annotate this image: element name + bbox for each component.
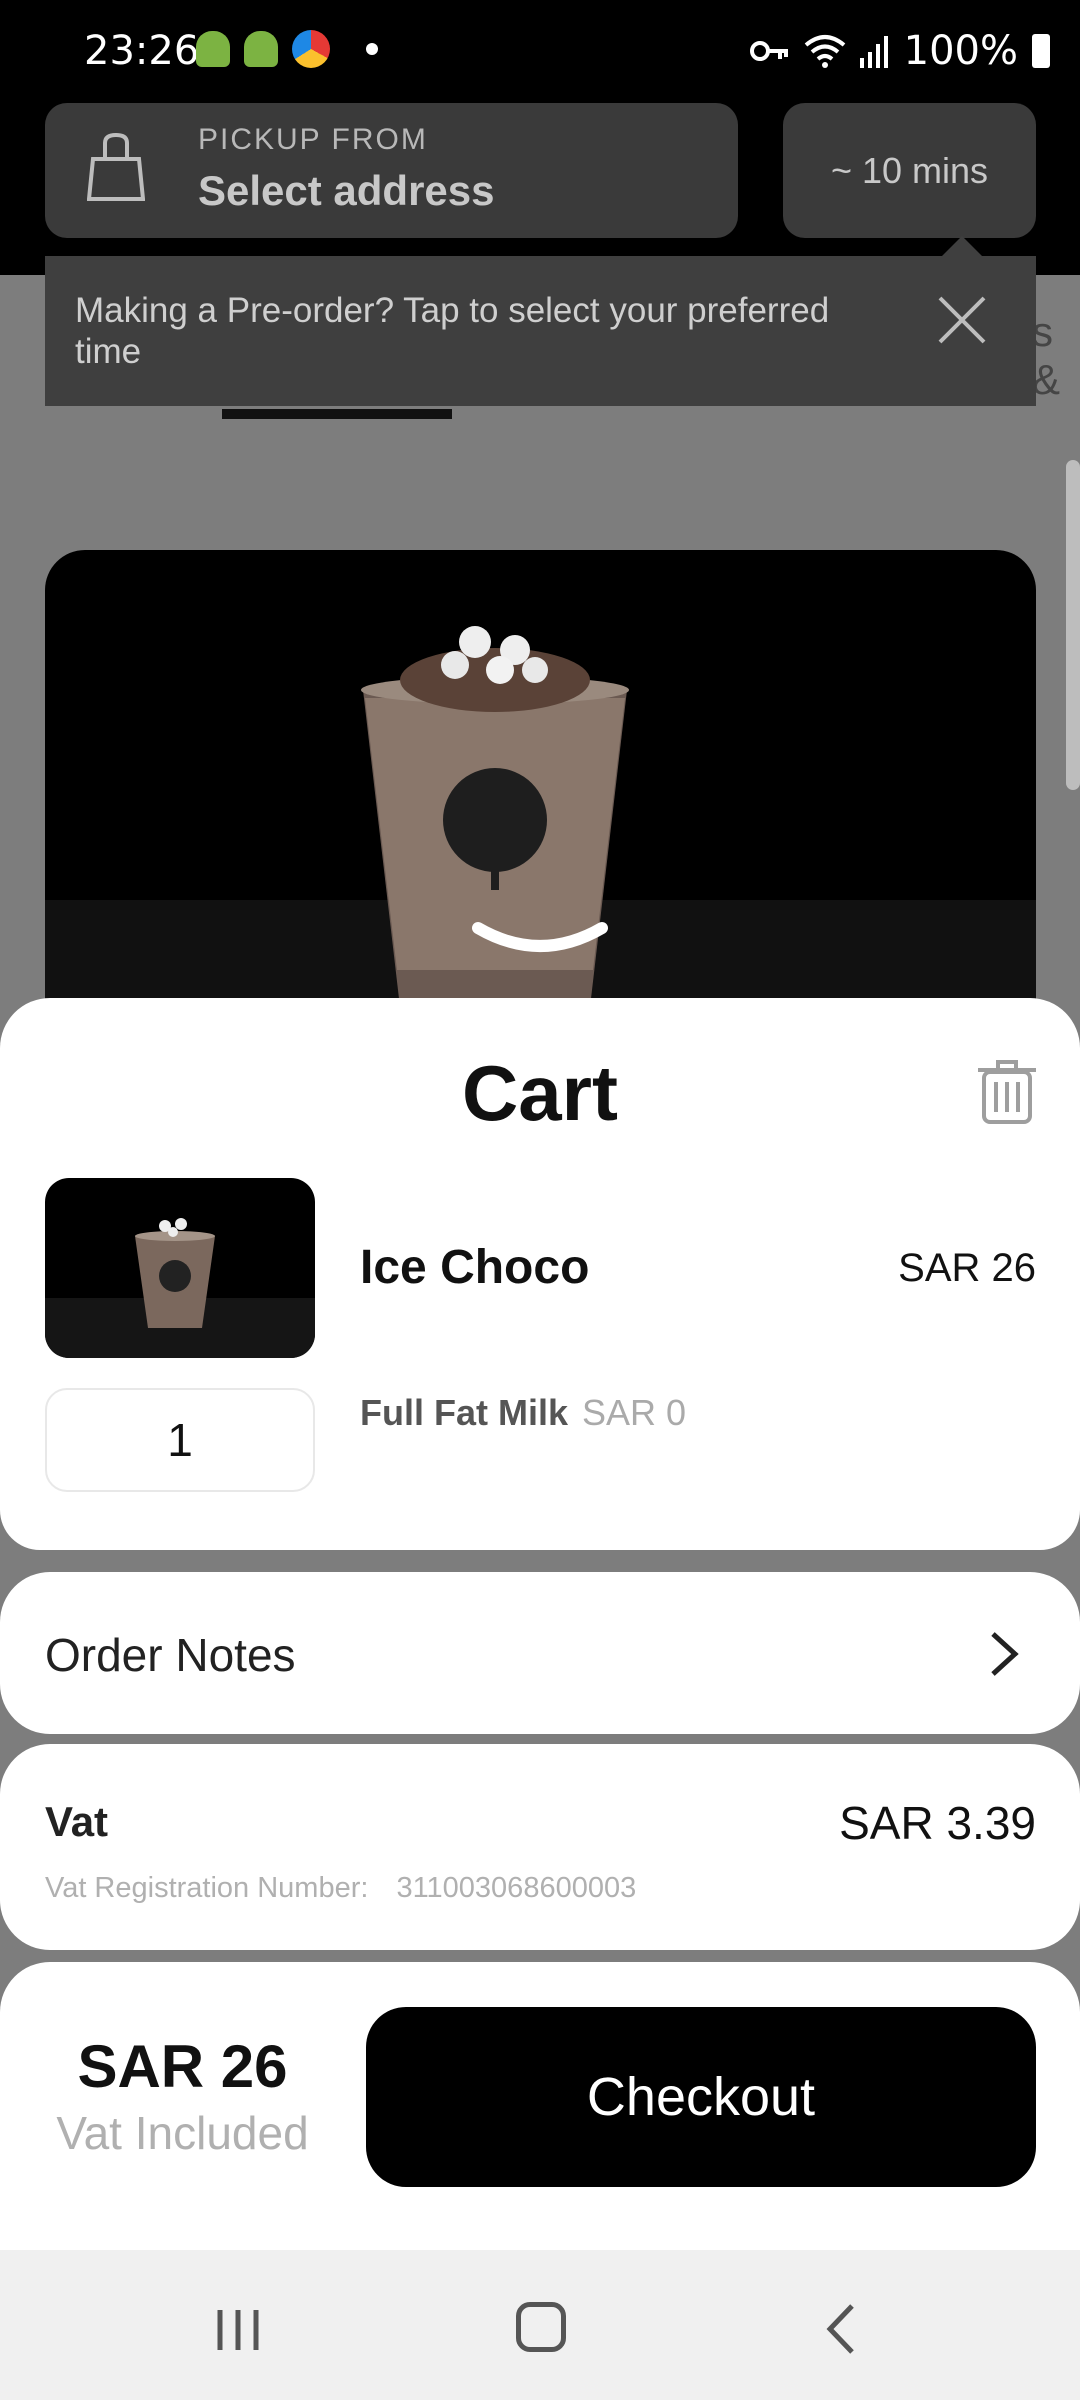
- home-icon[interactable]: [516, 2302, 566, 2352]
- vat-included-note: Vat Included: [56, 2107, 309, 2159]
- cart-title: Cart: [461, 1049, 619, 1137]
- status-time: 23:26: [84, 28, 200, 74]
- bag-icon: [87, 133, 145, 201]
- cart-total: SAR 26: [77, 2033, 288, 2100]
- active-tab-indicator: [222, 409, 452, 419]
- vat-registration-number: 311003068600003: [396, 1872, 637, 1904]
- order-notes-row[interactable]: Order Notes: [0, 1572, 1080, 1734]
- notification-icons: [196, 30, 378, 68]
- pickup-address: Select address: [198, 167, 495, 214]
- android-icon: [196, 31, 230, 67]
- chevron-down-icon[interactable]: [470, 920, 610, 960]
- pickup-label: PICKUP FROM: [198, 123, 428, 156]
- signal-icon: [859, 36, 888, 68]
- order-notes-label: Order Notes: [45, 1629, 296, 1681]
- quantity-value: 1: [167, 1414, 193, 1466]
- android-icon: [244, 31, 278, 67]
- status-bar: 23:26 100%: [0, 0, 1080, 100]
- tooltip-arrow: [940, 236, 984, 258]
- modifier-price: SAR 0: [582, 1392, 687, 1433]
- chevron-right-icon: [991, 1632, 1019, 1676]
- back-icon[interactable]: [824, 2302, 858, 2356]
- vat-panel: Vat SAR 3.39 Vat Registration Number: 311…: [0, 1744, 1080, 1950]
- trash-icon[interactable]: [978, 1058, 1036, 1124]
- vat-value: SAR 3.39: [839, 1797, 1036, 1849]
- tooltip-text: Making a Pre-order? Tap to select your p…: [75, 291, 830, 371]
- cart-footer: SAR 26 Vat Included Checkout: [0, 1962, 1080, 2250]
- item-price: SAR 26: [898, 1246, 1036, 1290]
- eta-button[interactable]: ~ 10 mins: [783, 103, 1036, 238]
- system-icons: 100%: [749, 28, 1050, 74]
- product-hero-image: [45, 550, 1036, 1050]
- scroll-indicator: [1066, 460, 1080, 790]
- quantity-selector[interactable]: 1: [45, 1388, 315, 1492]
- item-thumbnail-illustration: [45, 1218, 315, 1358]
- category-tab-partial: s &: [1032, 308, 1061, 403]
- item-name: Ice Choco: [360, 1241, 590, 1294]
- chrome-icon: [292, 30, 330, 68]
- battery-percent: 100%: [903, 28, 1018, 74]
- item-thumbnail: [45, 1178, 315, 1358]
- preorder-tooltip[interactable]: Making a Pre-order? Tap to select your p…: [45, 256, 1036, 406]
- key-icon: [749, 41, 788, 61]
- pickup-location-selector[interactable]: PICKUP FROM Select address: [45, 103, 738, 238]
- wifi-icon: [804, 35, 845, 68]
- vat-registration: Vat Registration Number: 311003068600003: [45, 1872, 636, 1905]
- vat-registration-label: Vat Registration Number:: [45, 1872, 369, 1904]
- battery-icon: [1032, 34, 1050, 68]
- checkout-button[interactable]: Checkout: [366, 2007, 1036, 2187]
- drink-illustration: [45, 626, 1036, 1050]
- item-modifier: Full Fat Milk SAR 0: [360, 1392, 686, 1434]
- vat-label: Vat: [45, 1798, 109, 1845]
- close-icon[interactable]: [932, 290, 992, 350]
- more-notifications-dot: [366, 43, 378, 55]
- modifier-name: Full Fat Milk: [360, 1392, 569, 1433]
- recent-apps-icon[interactable]: [214, 2308, 262, 2352]
- system-nav-bar: [0, 2250, 1080, 2400]
